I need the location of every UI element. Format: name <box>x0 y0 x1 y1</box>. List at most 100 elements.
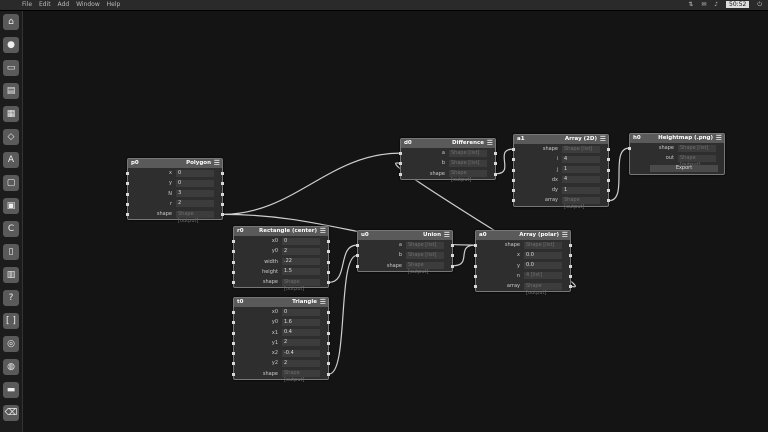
param-value-field[interactable]: Shape [output] <box>406 262 444 275</box>
connection-wire[interactable] <box>328 244 358 283</box>
connection-wire[interactable] <box>452 244 476 267</box>
param-value-field[interactable]: 4 [list] <box>524 272 562 280</box>
connection-wire[interactable] <box>328 254 358 375</box>
output-port[interactable] <box>607 199 610 203</box>
c-icon[interactable]: C <box>3 221 19 237</box>
param-value-field[interactable]: Shape [output] <box>678 154 716 168</box>
node-u0[interactable]: u0 Union ☰ a Shape [list] b Shape [list] shape S… <box>356 230 454 275</box>
output-port[interactable] <box>221 192 224 196</box>
param-value-field[interactable]: 2 <box>282 359 320 367</box>
param-value-field[interactable]: -0.4 <box>282 349 320 357</box>
connection-wire[interactable] <box>222 152 401 215</box>
param-value-field[interactable]: Shape [output] <box>176 210 214 224</box>
param-value-field[interactable]: 0.4 <box>282 329 320 337</box>
param-value-field[interactable]: 2 <box>282 339 320 347</box>
node-p0[interactable]: p0 Polygon ☰ x 0 y 0 N 3 r 2 shape Shape [output] <box>126 158 224 224</box>
param-value-field[interactable]: Shape [output] <box>282 278 320 292</box>
trash-icon[interactable]: ⌫ <box>3 405 19 421</box>
node-a0[interactable]: a0 Array (polar) ☰ shape Shape [list] x 0.0 y 0.… <box>474 230 572 296</box>
output-port[interactable] <box>607 148 610 151</box>
output-port[interactable] <box>327 321 330 325</box>
output-port[interactable] <box>607 189 610 193</box>
param-value-field[interactable]: Shape [list] <box>562 145 600 153</box>
menu-edit[interactable]: Edit <box>39 1 51 8</box>
node-r0[interactable]: r0 Rectangle (center) ☰ x0 0 y0 2 width .22 heigh… <box>232 226 330 292</box>
node-menu-icon[interactable]: ☰ <box>600 136 606 143</box>
bracket-icon[interactable]: [ ] <box>3 313 19 329</box>
help-icon[interactable]: ? <box>3 290 19 306</box>
mail-icon[interactable]: ✉ <box>701 1 706 8</box>
param-value-field[interactable]: 1 <box>562 166 600 174</box>
param-value-field[interactable]: 0 <box>282 308 320 316</box>
output-port[interactable] <box>569 274 572 278</box>
menu-file[interactable]: File <box>22 1 32 8</box>
output-port[interactable] <box>451 244 454 247</box>
output-port[interactable] <box>569 254 572 258</box>
node-header[interactable]: r0 Rectangle (center) ☰ <box>234 227 328 236</box>
output-port[interactable] <box>327 281 330 285</box>
node-header[interactable]: t0 Triangle ☰ <box>234 298 328 307</box>
power-icon[interactable]: ⏻ <box>757 1 762 8</box>
param-value-field[interactable]: 0.0 <box>524 262 562 270</box>
node-header[interactable]: u0 Union ☰ <box>358 231 452 240</box>
output-port[interactable] <box>494 172 497 176</box>
menu-window[interactable]: Window <box>76 1 100 8</box>
node-menu-icon[interactable]: ☰ <box>444 232 450 239</box>
output-port[interactable] <box>607 158 610 162</box>
menu-add[interactable]: Add <box>58 1 70 8</box>
param-value-field[interactable]: 2 <box>176 200 214 208</box>
home-icon[interactable]: ⌂ <box>3 14 19 30</box>
node-canvas[interactable]: p0 Polygon ☰ x 0 y 0 N 3 r 2 shape Shape [output] d0 D… <box>23 11 768 432</box>
output-port[interactable] <box>221 182 224 186</box>
node-menu-icon[interactable]: ☰ <box>320 299 326 306</box>
shape-icon[interactable]: ◇ <box>3 129 19 145</box>
network-icon[interactable]: ⇅ <box>688 1 693 8</box>
output-port[interactable] <box>569 285 572 289</box>
files-icon[interactable]: ▤ <box>3 83 19 99</box>
output-port[interactable] <box>569 244 572 247</box>
output-port[interactable] <box>221 213 224 217</box>
param-value-field[interactable]: Shape [list] <box>678 144 716 152</box>
node-header[interactable]: d0 Difference ☰ <box>401 139 495 148</box>
node-a1[interactable]: a1 Array (2D) ☰ shape Shape [list] i 4 j 1 dx 4 dy 1… <box>512 134 610 210</box>
param-value-field[interactable]: 0 <box>176 179 214 187</box>
node-header[interactable]: h0 Heightmap (.png) ☰ <box>630 134 724 143</box>
disc-icon[interactable]: ◎ <box>3 336 19 352</box>
output-port[interactable] <box>327 341 330 345</box>
output-port[interactable] <box>221 202 224 206</box>
output-port[interactable] <box>607 178 610 182</box>
doc-icon[interactable]: ▯ <box>3 244 19 260</box>
output-port[interactable] <box>494 162 497 166</box>
menu-help[interactable]: Help <box>107 1 121 8</box>
output-port[interactable] <box>451 264 454 268</box>
param-value-field[interactable]: 2 <box>282 247 320 255</box>
output-port[interactable] <box>607 168 610 172</box>
param-value-field[interactable]: Shape [output] <box>449 170 487 183</box>
connection-wire[interactable] <box>495 148 514 175</box>
param-value-field[interactable]: Shape [list] <box>524 241 562 249</box>
connection-wire[interactable] <box>608 147 630 202</box>
param-value-field[interactable]: Shape [output] <box>562 196 600 210</box>
output-port[interactable] <box>327 250 330 254</box>
node-t0[interactable]: t0 Triangle ☰ x0 0 y0 1.6 x1 0.4 y1 2 x2 -0.4 y2 2 shap… <box>232 297 330 383</box>
output-port[interactable] <box>327 260 330 264</box>
node-header[interactable]: p0 Polygon ☰ <box>128 159 222 168</box>
monitor-icon[interactable]: ▣ <box>3 198 19 214</box>
node-menu-icon[interactable]: ☰ <box>716 135 722 142</box>
output-port[interactable] <box>327 331 330 335</box>
param-value-field[interactable]: 1 <box>562 186 600 194</box>
drive-icon[interactable]: ▬ <box>3 382 19 398</box>
output-port[interactable] <box>494 152 497 155</box>
node-menu-icon[interactable]: ☰ <box>562 232 568 239</box>
param-value-field[interactable]: .22 <box>282 258 320 266</box>
param-value-field[interactable]: 0.0 <box>524 251 562 259</box>
output-port[interactable] <box>327 270 330 274</box>
window-icon[interactable]: ▢ <box>3 175 19 191</box>
circle-icon[interactable]: ● <box>3 37 19 53</box>
node-menu-icon[interactable]: ☰ <box>214 160 220 167</box>
box-icon[interactable]: ▥ <box>3 267 19 283</box>
volume-icon[interactable]: ♪ <box>714 1 718 8</box>
node-h0[interactable]: h0 Heightmap (.png) ☰ shape Shape [list] out S… <box>628 133 725 175</box>
output-port[interactable] <box>221 172 224 175</box>
param-value-field[interactable]: Shape [output] <box>282 370 320 383</box>
